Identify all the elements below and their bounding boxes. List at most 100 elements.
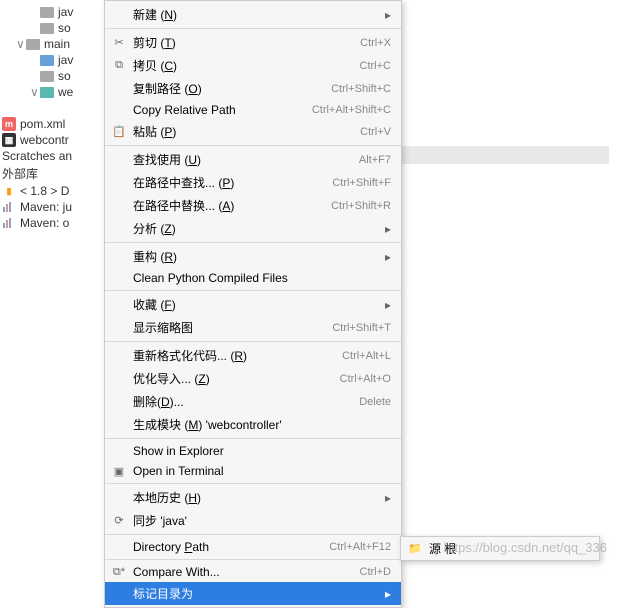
menu-item[interactable]: 删除(D)... Delete <box>105 390 401 413</box>
menu-item-label: 重构 (R) <box>133 248 177 265</box>
menu-item[interactable]: ⟳ 同步 'java' <box>105 509 401 532</box>
tree-item[interactable]: so <box>0 68 105 84</box>
menu-item-label: 同步 'java' <box>133 512 187 529</box>
watermark: https://blog.csdn.net/qq_336 <box>444 540 607 555</box>
tree-item[interactable]: Maven: o <box>0 215 105 231</box>
menu-shortcut: Ctrl+X <box>360 37 391 49</box>
menu-item-label: 在路径中查找... (P) <box>133 174 234 191</box>
menu-item[interactable]: ⧉拷贝 (C)Ctrl+C <box>105 54 401 77</box>
menu-item[interactable]: 收藏 (F) ▸ <box>105 293 401 316</box>
project-tree[interactable]: jav so ∨main jav so ∨we mpom.xml ▦webcon… <box>0 0 105 573</box>
menu-item[interactable]: 在路径中查找... (P) Ctrl+Shift+F <box>105 171 401 194</box>
menu-item-label: 生成模块 (M) 'webcontroller' <box>133 416 282 433</box>
menu-separator <box>105 534 401 535</box>
terminal-icon: ▣ <box>111 463 127 479</box>
menu-item-label: 删除(D)... <box>133 393 184 410</box>
menu-separator <box>105 438 401 439</box>
menu-separator <box>105 341 401 342</box>
menu-shortcut: Ctrl+Shift+C <box>331 83 391 95</box>
menu-item-label: Show in Explorer <box>133 444 224 458</box>
menu-item-label: 复制路径 (O) <box>133 80 202 97</box>
menu-separator <box>105 483 401 484</box>
menu-item-label: Open in Terminal <box>133 464 224 478</box>
menu-item-label: 粘贴 (P) <box>133 123 176 140</box>
menu-separator <box>105 145 401 146</box>
menu-item-label: Compare With... <box>133 565 220 579</box>
menu-shortcut: Delete <box>359 396 391 408</box>
menu-separator <box>105 559 401 560</box>
library-icon: ▮ <box>2 184 16 198</box>
menu-item-label: Directory Path <box>133 540 209 554</box>
menu-item-label: 查找使用 (U) <box>133 151 201 168</box>
source-root-icon: 📁 <box>407 541 423 557</box>
menu-item[interactable]: 重构 (R) ▸ <box>105 245 401 268</box>
tree-item[interactable]: Maven: ju <box>0 199 105 215</box>
menu-shortcut: Ctrl+Shift+R <box>331 200 391 212</box>
menu-item[interactable]: 生成模块 (M) 'webcontroller' <box>105 413 401 436</box>
menu-separator <box>105 242 401 243</box>
module-icon: ▦ <box>2 133 16 147</box>
menu-item[interactable]: ⧉* Compare With... Ctrl+D <box>105 562 401 582</box>
menu-item-label: 剪切 (T) <box>133 34 176 51</box>
menu-item-label: 新建 (N) <box>133 6 177 23</box>
compare-icon: ⧉* <box>111 564 127 580</box>
menu-item[interactable]: Copy Relative Path Ctrl+Alt+Shift+C <box>105 100 401 120</box>
menu-shortcut: Ctrl+D <box>360 566 391 578</box>
menu-item-label: Copy Relative Path <box>133 103 236 117</box>
menu-item-label: 在路径中替换... (A) <box>133 197 234 214</box>
copy-icon: ⧉ <box>111 58 127 74</box>
menu-item[interactable]: 显示缩略图Ctrl+Shift+T <box>105 316 401 339</box>
menu-item[interactable]: 📋 粘贴 (P) Ctrl+V <box>105 120 401 143</box>
menu-item[interactable]: 重新格式化代码... (R) Ctrl+Alt+L <box>105 344 401 367</box>
menu-item[interactable]: 查找使用 (U) Alt+F7 <box>105 148 401 171</box>
tree-item[interactable]: ▮< 1.8 > D <box>0 183 105 199</box>
tree-item[interactable]: ∨main <box>0 36 105 52</box>
context-menu: 新建 (N)▸✂剪切 (T)Ctrl+X⧉拷贝 (C)Ctrl+C复制路径 (O… <box>104 0 402 608</box>
submenu-arrow-icon: ▸ <box>385 298 391 312</box>
menu-item[interactable]: Show in Explorer <box>105 441 401 461</box>
tree-item[interactable]: 外部库 <box>0 164 105 183</box>
menu-shortcut: Ctrl+Alt+L <box>342 350 391 362</box>
menu-shortcut: Alt+F7 <box>359 154 391 166</box>
menu-shortcut: Ctrl+V <box>360 126 391 138</box>
menu-shortcut: Ctrl+Shift+F <box>332 177 391 189</box>
submenu-arrow-icon: ▸ <box>385 491 391 505</box>
maven-icon: m <box>2 117 16 131</box>
menu-separator <box>105 290 401 291</box>
cut-icon: ✂ <box>111 35 127 51</box>
paste-icon: 📋 <box>111 124 127 140</box>
menu-item-label: 收藏 (F) <box>133 296 176 313</box>
menu-item-label: 标记目录为 <box>133 585 193 602</box>
menu-item[interactable]: 复制路径 (O) Ctrl+Shift+C <box>105 77 401 100</box>
submenu-arrow-icon: ▸ <box>385 250 391 264</box>
tree-item[interactable]: ∨we <box>0 84 105 100</box>
menu-item[interactable]: 在路径中替换... (A) Ctrl+Shift+R <box>105 194 401 217</box>
menu-shortcut: Ctrl+Alt+F12 <box>329 541 391 553</box>
menu-item[interactable]: 本地历史 (H) ▸ <box>105 486 401 509</box>
menu-item-label: 本地历史 (H) <box>133 489 201 506</box>
menu-item[interactable]: 分析 (Z)▸ <box>105 217 401 240</box>
menu-shortcut: Ctrl+Alt+O <box>340 373 391 385</box>
menu-item[interactable]: 新建 (N)▸ <box>105 3 401 26</box>
tree-item[interactable]: ▦webcontr <box>0 132 105 148</box>
menu-item-label: 拷贝 (C) <box>133 57 177 74</box>
maven-lib-icon <box>2 216 16 230</box>
menu-item[interactable]: Directory Path Ctrl+Alt+F12 <box>105 537 401 557</box>
tree-item[interactable]: jav <box>0 52 105 68</box>
menu-item-label: 显示缩略图 <box>133 319 193 336</box>
menu-item[interactable]: Clean Python Compiled Files <box>105 268 401 288</box>
submenu-arrow-icon: ▸ <box>385 587 391 601</box>
tree-item[interactable]: Scratches an <box>0 148 105 164</box>
menu-shortcut: Ctrl+Alt+Shift+C <box>312 104 391 116</box>
menu-item[interactable]: ▣ Open in Terminal <box>105 461 401 481</box>
tree-item[interactable]: jav <box>0 4 105 20</box>
tree-item-pom[interactable]: mpom.xml <box>0 116 105 132</box>
menu-item[interactable]: 标记目录为 ▸ <box>105 582 401 605</box>
menu-item-label: 分析 (Z) <box>133 220 176 237</box>
tree-item[interactable]: so <box>0 20 105 36</box>
menu-item[interactable]: ✂ 剪切 (T) Ctrl+X <box>105 31 401 54</box>
sync-icon: ⟳ <box>111 513 127 529</box>
menu-item[interactable]: 优化导入... (Z)Ctrl+Alt+O <box>105 367 401 390</box>
menu-item-label: 重新格式化代码... (R) <box>133 347 247 364</box>
maven-lib-icon <box>2 200 16 214</box>
